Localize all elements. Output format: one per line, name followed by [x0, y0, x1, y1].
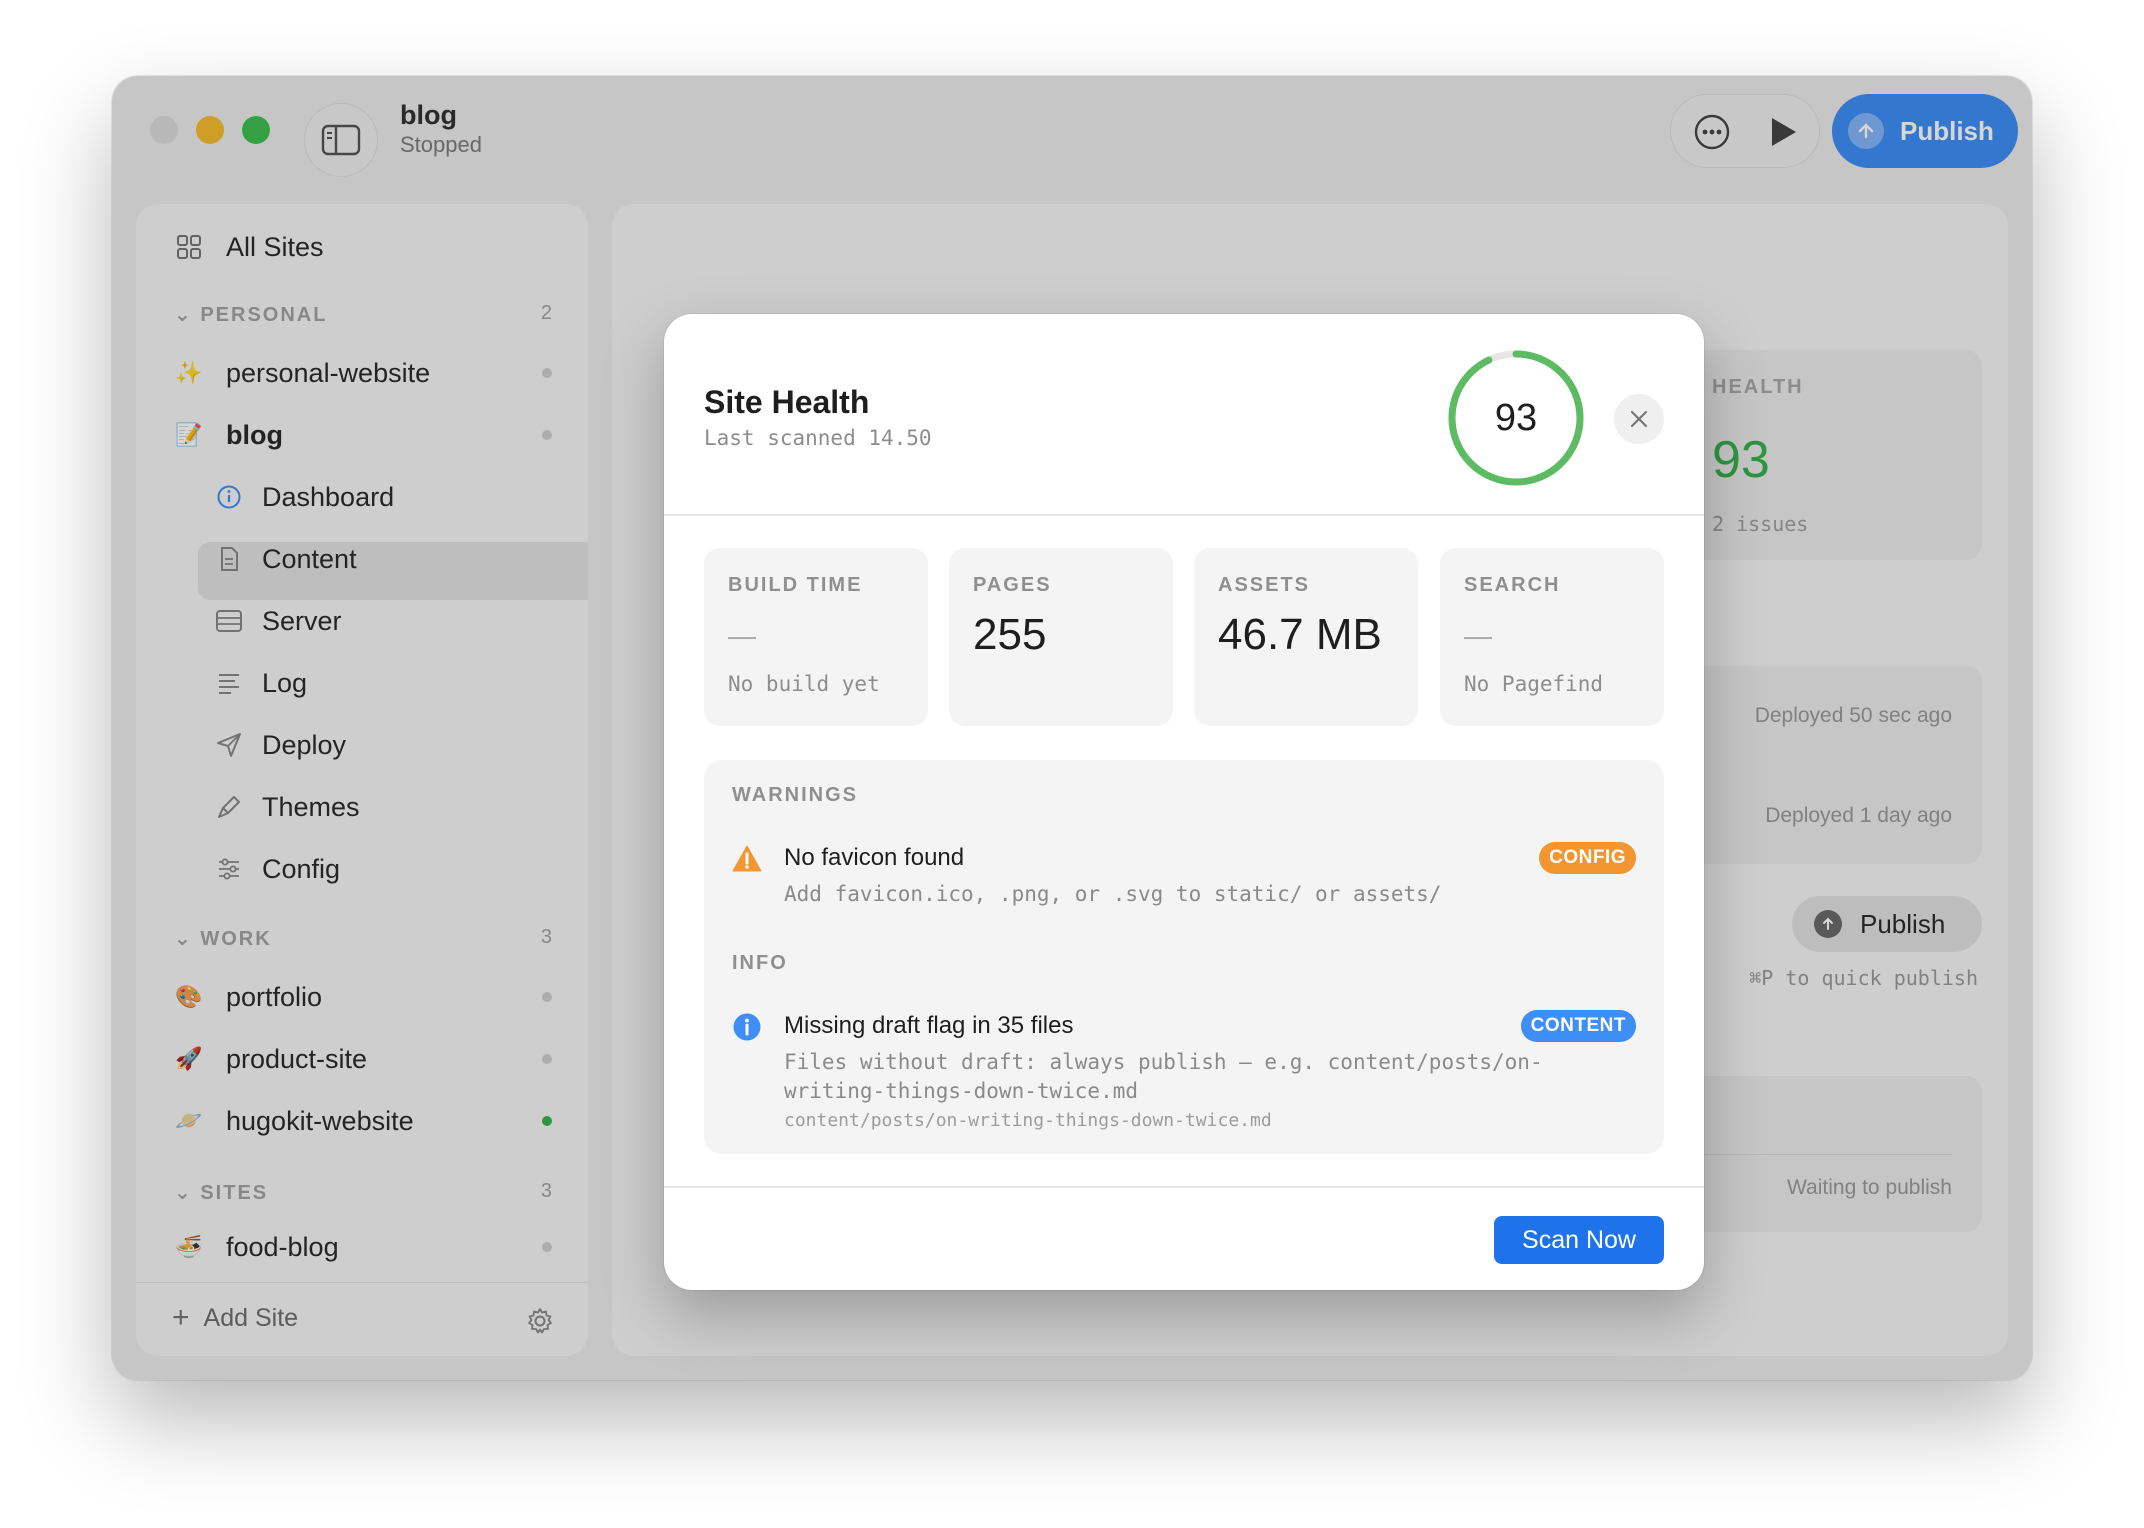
header-divider — [664, 514, 1704, 516]
stat-search: SEARCH — No Pagefind — [1440, 548, 1664, 726]
last-scanned: Last scanned 14.50 — [704, 426, 932, 450]
health-score-ring: 93 — [1446, 348, 1586, 488]
info-circle-icon — [733, 1013, 761, 1041]
stat-value: — — [728, 620, 756, 651]
warnings-heading: WARNINGS — [732, 784, 858, 806]
stat-label: SEARCH — [1464, 574, 1561, 596]
stat-value: 46.7 MB — [1218, 610, 1382, 659]
site-health-dialog: Site Health Last scanned 14.50 93 BUILD … — [664, 314, 1704, 1290]
stat-label: PAGES — [973, 574, 1052, 596]
footer-divider — [664, 1186, 1704, 1188]
config-tag[interactable]: CONFIG — [1539, 842, 1636, 874]
close-icon — [1630, 410, 1648, 428]
info-file-path[interactable]: content/posts/on-writing-things-down-twi… — [784, 1110, 1272, 1131]
info-title: Missing draft flag in 35 files — [784, 1012, 1074, 1039]
stat-build-time: BUILD TIME — No build yet — [704, 548, 928, 726]
close-button[interactable] — [1614, 394, 1664, 444]
dialog-title: Site Health — [704, 384, 870, 420]
warning-title: No favicon found — [784, 844, 965, 871]
stat-assets: ASSETS 46.7 MB — [1194, 548, 1418, 726]
stat-value: 255 — [973, 610, 1047, 659]
issues-panel: WARNINGS No favicon found CONFIG Add fav… — [704, 760, 1664, 1154]
stat-sub: No build yet — [728, 672, 880, 696]
scan-now-button[interactable]: Scan Now — [1494, 1216, 1664, 1264]
info-description: Files without draft: always publish — e.… — [784, 1050, 1543, 1103]
content-tag[interactable]: CONTENT — [1520, 1010, 1636, 1042]
stat-label: ASSETS — [1218, 574, 1311, 596]
info-heading: INFO — [732, 952, 788, 974]
app-window: blog Stopped Publish All Sites ⌄ PERSONA… — [112, 76, 2032, 1380]
warning-triangle-icon — [732, 845, 762, 872]
stat-label: BUILD TIME — [728, 574, 863, 596]
health-score-value: 93 — [1494, 396, 1538, 439]
stat-pages: PAGES 255 — [949, 548, 1173, 726]
stat-value: — — [1464, 620, 1492, 651]
warning-description: Add favicon.ico, .png, or .svg to static… — [784, 882, 1442, 906]
stat-sub: No Pagefind — [1464, 672, 1604, 696]
